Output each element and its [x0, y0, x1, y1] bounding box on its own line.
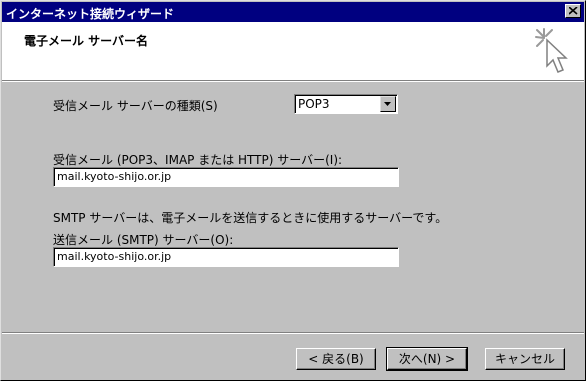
close-button[interactable] — [565, 4, 581, 18]
back-button[interactable]: < 戻る(B) — [296, 348, 376, 370]
wizard-header: 電子メール サーバー名 — [2, 22, 584, 80]
wizard-window: インターネット接続ウィザード 電子メール サーバー名 受信メール サーバーの種類… — [0, 0, 586, 381]
title-bar[interactable]: インターネット接続ウィザード — [2, 2, 584, 22]
page-title: 電子メール サーバー名 — [24, 34, 149, 48]
close-icon — [569, 7, 578, 15]
outgoing-server-input[interactable]: mail.kyoto-shijo.or.jp — [53, 247, 399, 267]
server-type-value: POP3 — [298, 97, 330, 111]
footer-divider-highlight — [2, 333, 584, 334]
incoming-server-label: 受信メール (POP3、IMAP または HTTP) サーバー(I): — [53, 153, 343, 167]
dropdown-button[interactable] — [380, 96, 396, 112]
incoming-server-input[interactable]: mail.kyoto-shijo.or.jp — [53, 167, 399, 187]
next-button[interactable]: 次へ(N) > — [386, 347, 468, 371]
window-title: インターネット接続ウィザード — [6, 7, 175, 21]
chevron-down-icon — [384, 102, 391, 106]
server-type-select[interactable]: POP3 — [294, 94, 398, 114]
outgoing-server-label: 送信メール (SMTP) サーバー(O): — [53, 233, 234, 247]
wizard-sparkle-cursor-icon — [535, 28, 568, 73]
header-divider-highlight — [2, 81, 584, 82]
cancel-button[interactable]: キャンセル — [485, 348, 565, 370]
server-type-label: 受信メール サーバーの種類(S) — [53, 99, 218, 113]
smtp-description: SMTP サーバーは、電子メールを送信するときに使用するサーバーです。 — [53, 211, 448, 225]
